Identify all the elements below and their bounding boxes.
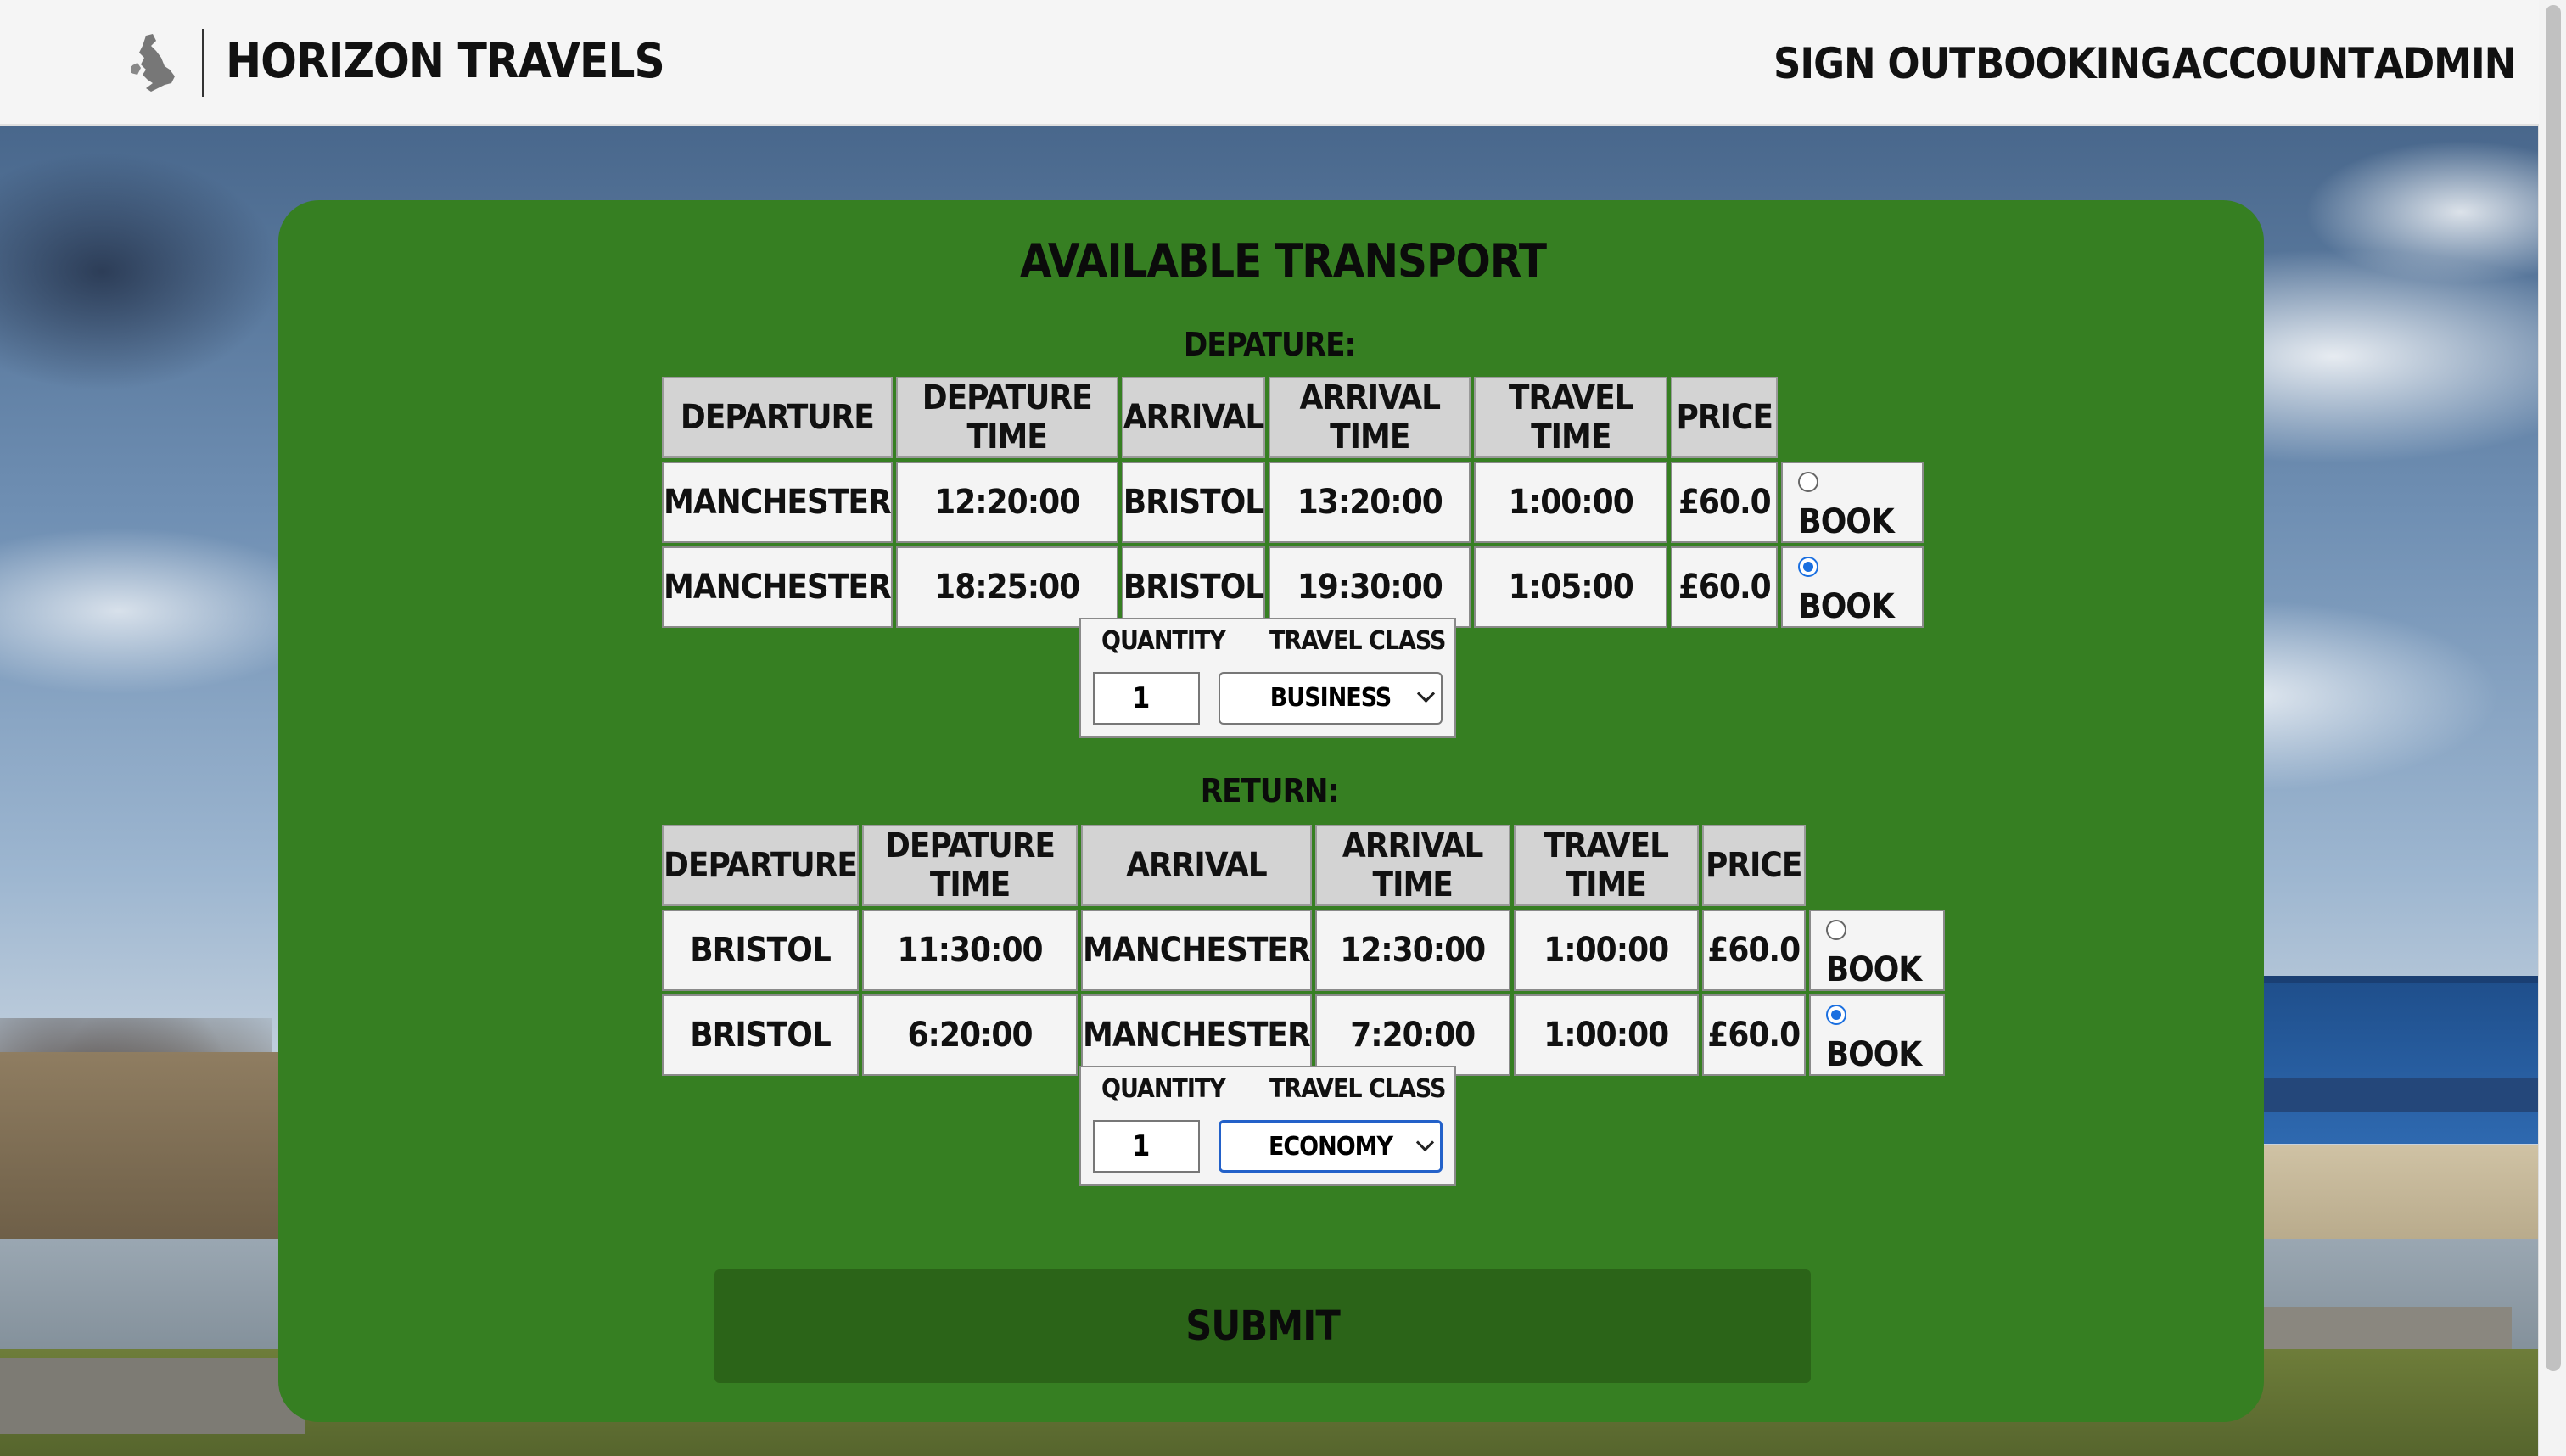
col-price: PRICE: [1701, 825, 1806, 906]
quantity-input[interactable]: 1: [1093, 672, 1200, 725]
cell-arrival: MANCHESTER: [1081, 910, 1312, 991]
table-row: MANCHESTER 12:20:00 BRISTOL 13:20:00 1:0…: [662, 462, 1924, 543]
cell-arrival: BRISTOL: [1121, 546, 1266, 628]
departure-label: DEPATURE:: [1183, 326, 1356, 363]
col-departure-time: DEPATURE TIME: [862, 825, 1079, 906]
cell-arrival: BRISTOL: [1121, 462, 1266, 543]
book-label[interactable]: BOOK: [1798, 502, 1894, 541]
col-departure-time: DEPATURE TIME: [895, 377, 1118, 458]
return-label: RETURN:: [1200, 772, 1339, 809]
cell-arrival-time: 7:20:00: [1314, 994, 1510, 1076]
col-arrival-time: ARRIVAL TIME: [1314, 825, 1510, 906]
castle-wall: [0, 1052, 280, 1247]
book-option[interactable]: BOOK: [1781, 546, 1924, 628]
cell-departure-time: 11:30:00: [862, 910, 1079, 991]
table-row: MANCHESTER 18:25:00 BRISTOL 19:30:00 1:0…: [662, 546, 1924, 628]
col-travel-time: TRAVEL TIME: [1474, 377, 1668, 458]
cell-travel-time: 1:00:00: [1474, 462, 1668, 543]
cell-arrival: MANCHESTER: [1081, 994, 1312, 1076]
cell-arrival-time: 12:30:00: [1314, 910, 1510, 991]
quantity-label: QUANTITY: [1101, 626, 1226, 656]
cell-price: £60.0: [1671, 462, 1779, 543]
scrollbar[interactable]: [2538, 0, 2566, 1456]
travel-class-select[interactable]: BUSINESS: [1219, 672, 1443, 725]
radio-button[interactable]: [1798, 472, 1819, 492]
radio-button[interactable]: [1825, 920, 1846, 940]
empty-header-cell: [1781, 377, 1924, 458]
book-label[interactable]: BOOK: [1826, 950, 1922, 989]
return-table: DEPARTURE DEPATURE TIME ARRIVAL ARRIVAL …: [658, 821, 1948, 1079]
book-label[interactable]: BOOK: [1826, 1035, 1922, 1074]
cell-departure: BRISTOL: [662, 910, 860, 991]
quantity-label: QUANTITY: [1101, 1074, 1226, 1104]
table-row: BRISTOL 6:20:00 MANCHESTER 7:20:00 1:00:…: [662, 994, 1945, 1076]
col-arrival-time: ARRIVAL TIME: [1269, 377, 1471, 458]
chevron-down-icon: [1416, 684, 1436, 703]
cell-departure: MANCHESTER: [662, 462, 893, 543]
nav-booking[interactable]: BOOKING: [1975, 39, 2171, 88]
logo-divider: [202, 29, 204, 97]
book-option[interactable]: BOOK: [1808, 994, 1945, 1076]
riverside-buildings: [2257, 1145, 2554, 1247]
bridge-deck: [2257, 1078, 2554, 1112]
radio-button-selected[interactable]: [1798, 557, 1819, 577]
cell-price: £60.0: [1701, 994, 1806, 1076]
return-options: QUANTITY TRAVEL CLASS 1 ECONOMY: [1079, 1066, 1456, 1186]
departure-options: QUANTITY TRAVEL CLASS 1 BUSINESS: [1079, 618, 1456, 738]
nav-admin[interactable]: ADMIN: [2374, 39, 2516, 88]
cell-travel-time: 1:00:00: [1513, 994, 1699, 1076]
brand-name[interactable]: HORIZON TRAVELS: [226, 34, 665, 89]
cell-arrival-time: 19:30:00: [1269, 546, 1471, 628]
travel-class-value: BUSINESS: [1269, 683, 1392, 713]
radio-button-selected[interactable]: [1825, 1005, 1846, 1025]
scroll-thumb[interactable]: [2546, 5, 2561, 1371]
top-header: HORIZON TRAVELS SIGN OUT BOOKING ACCOUNT…: [0, 0, 2539, 126]
col-departure: DEPARTURE: [662, 377, 893, 458]
page-title: AVAILABLE TRANSPORT: [1020, 234, 1547, 288]
cell-arrival-time: 13:20:00: [1269, 462, 1471, 543]
col-departure: DEPARTURE: [662, 825, 860, 906]
nav-account[interactable]: ACCOUNT: [2172, 39, 2374, 88]
book-option[interactable]: BOOK: [1808, 910, 1945, 991]
departure-table: DEPARTURE DEPATURE TIME ARRIVAL ARRIVAL …: [658, 373, 1927, 631]
bridge: [2257, 976, 2554, 1144]
cell-departure-time: 18:25:00: [895, 546, 1118, 628]
cell-travel-time: 1:05:00: [1474, 546, 1668, 628]
submit-button[interactable]: SUBMIT: [714, 1269, 1811, 1383]
chevron-down-icon: [1415, 1133, 1435, 1152]
travel-class-label: TRAVEL CLASS: [1269, 1074, 1446, 1104]
table-header-row: DEPARTURE DEPATURE TIME ARRIVAL ARRIVAL …: [662, 377, 1924, 458]
travel-class-value: ECONOMY: [1268, 1132, 1393, 1162]
cell-departure: MANCHESTER: [662, 546, 893, 628]
cell-price: £60.0: [1701, 910, 1806, 991]
cell-departure-time: 12:20:00: [895, 462, 1118, 543]
table-header-row: DEPARTURE DEPATURE TIME ARRIVAL ARRIVAL …: [662, 825, 1945, 906]
cell-departure: BRISTOL: [662, 994, 860, 1076]
col-travel-time: TRAVEL TIME: [1513, 825, 1699, 906]
travel-class-label: TRAVEL CLASS: [1269, 626, 1446, 656]
book-label[interactable]: BOOK: [1798, 587, 1894, 626]
cell-travel-time: 1:00:00: [1513, 910, 1699, 991]
embankment-wall: [0, 1358, 305, 1434]
col-arrival: ARRIVAL: [1121, 377, 1266, 458]
travel-class-select[interactable]: ECONOMY: [1219, 1120, 1443, 1173]
book-option[interactable]: BOOK: [1781, 462, 1924, 543]
col-arrival: ARRIVAL: [1081, 825, 1312, 906]
table-row: BRISTOL 11:30:00 MANCHESTER 12:30:00 1:0…: [662, 910, 1945, 991]
uk-map-icon: [131, 34, 175, 92]
cell-departure-time: 6:20:00: [862, 994, 1079, 1076]
cell-price: £60.0: [1671, 546, 1779, 628]
empty-header-cell: [1809, 825, 1945, 906]
nav-sign-out[interactable]: SIGN OUT: [1773, 39, 1975, 88]
quantity-input[interactable]: 1: [1093, 1120, 1200, 1173]
col-price: PRICE: [1671, 377, 1779, 458]
embankment-wall-right: [2257, 1307, 2512, 1349]
